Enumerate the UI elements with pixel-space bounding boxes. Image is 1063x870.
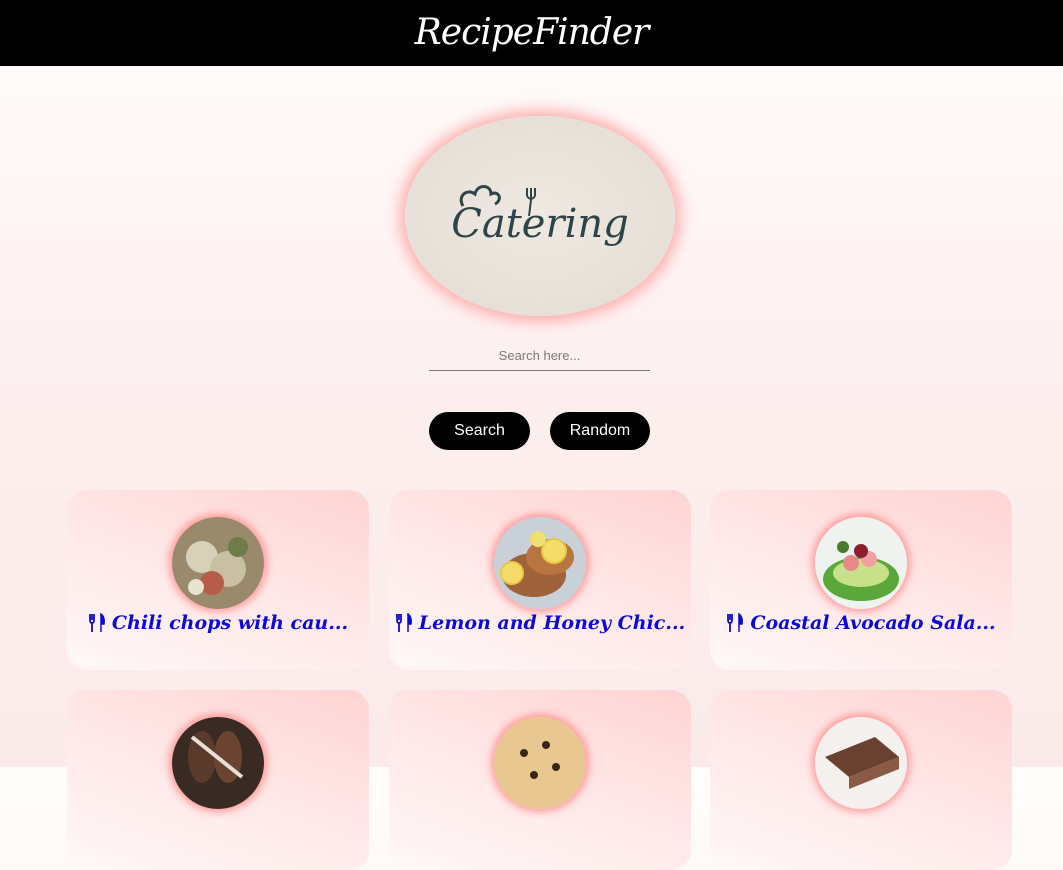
recipe-card[interactable] — [67, 690, 369, 870]
recipe-title[interactable]: Coastal Avocado Sala... — [710, 612, 1012, 634]
random-button[interactable]: Random — [550, 412, 650, 450]
utensils-icon — [727, 613, 744, 632]
logo-text: Catering — [451, 201, 629, 247]
recipe-thumbnail[interactable] — [815, 517, 907, 609]
recipe-title-text: Lemon and Honey Chic... — [418, 612, 686, 634]
recipe-card[interactable]: Coastal Avocado Sala... — [710, 490, 1012, 670]
recipe-card[interactable]: Chili chops with cau... — [67, 490, 369, 670]
recipe-title-text: Coastal Avocado Sala... — [750, 612, 996, 634]
recipe-card[interactable]: Lemon and Honey Chic... — [389, 490, 691, 670]
recipe-thumbnail[interactable] — [172, 717, 264, 809]
search-button[interactable]: Search — [429, 412, 530, 450]
recipe-thumbnail[interactable] — [494, 717, 586, 809]
recipe-thumbnail[interactable] — [815, 717, 907, 809]
search-input[interactable] — [429, 340, 650, 371]
recipe-title-text: Chili chops with cau... — [111, 612, 349, 634]
brand-title[interactable]: RecipeFinder — [415, 15, 650, 51]
recipe-card[interactable] — [389, 690, 691, 870]
recipe-thumbnail[interactable] — [494, 517, 586, 609]
utensils-icon — [395, 613, 412, 632]
recipe-title[interactable]: Chili chops with cau... — [67, 612, 369, 634]
top-header: RecipeFinder — [0, 0, 1063, 66]
catering-logo: Catering — [405, 116, 675, 316]
recipe-title[interactable]: Lemon and Honey Chic... — [389, 612, 691, 634]
recipe-card[interactable] — [710, 690, 1012, 870]
recipe-thumbnail[interactable] — [172, 517, 264, 609]
utensils-icon — [89, 613, 105, 632]
